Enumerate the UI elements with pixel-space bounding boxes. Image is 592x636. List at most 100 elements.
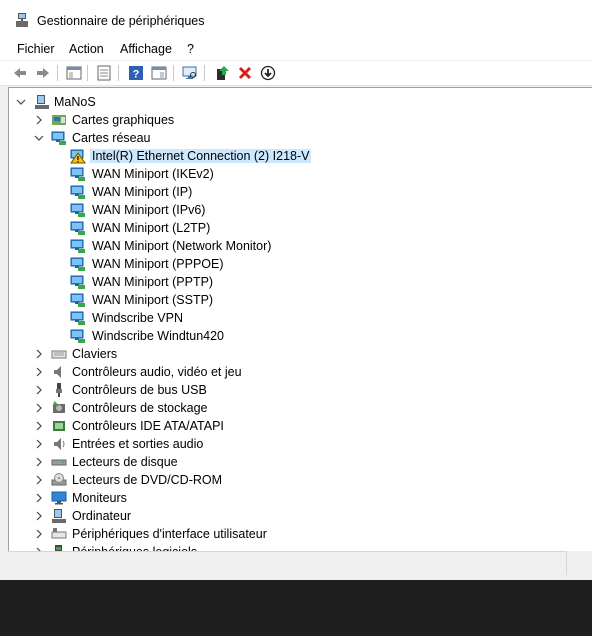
- title-bar: Gestionnaire de périphériques: [0, 0, 592, 38]
- tree-category[interactable]: Cartes réseau: [9, 129, 579, 147]
- forward-icon[interactable]: [35, 65, 51, 81]
- uninstall-icon[interactable]: [237, 65, 253, 81]
- tree-device[interactable]: WAN Miniport (IKEv2): [9, 165, 579, 183]
- back-icon[interactable]: [12, 65, 28, 81]
- status-bar-grip: [566, 551, 592, 575]
- computer-icon: [52, 509, 66, 523]
- tree-device[interactable]: WAN Miniport (PPPOE): [9, 255, 579, 273]
- tree-device[interactable]: WAN Miniport (IPv6): [9, 201, 579, 219]
- expand-chevron-icon[interactable]: [33, 114, 45, 126]
- expand-chevron-icon[interactable]: [33, 384, 45, 396]
- category-label: Contrôleurs IDE ATA/ATAPI: [72, 419, 224, 433]
- network-adapter-icon: [70, 239, 85, 253]
- category-label: Cartes graphiques: [72, 113, 175, 127]
- tree-category[interactable]: Contrôleurs de bus USB: [9, 381, 579, 399]
- expand-chevron-icon[interactable]: [33, 492, 45, 504]
- tree-category[interactable]: Cartes graphiques: [9, 111, 579, 129]
- category-label: Lecteurs de disque: [72, 455, 178, 469]
- device-label: Intel(R) Ethernet Connection (2) I218-V: [90, 149, 312, 163]
- device-label: WAN Miniport (PPPOE): [92, 257, 224, 271]
- network-adapter-icon: [70, 311, 85, 325]
- update-driver-icon[interactable]: [214, 65, 230, 81]
- keyboard-icon: [51, 350, 67, 359]
- device-label: WAN Miniport (PPTP): [92, 275, 214, 289]
- device-label: WAN Miniport (L2TP): [92, 221, 211, 235]
- toolbar-separator: [173, 65, 174, 81]
- root-label: MaNoS: [54, 95, 96, 109]
- expand-chevron-icon[interactable]: [33, 474, 45, 486]
- tree-device[interactable]: WAN Miniport (IP): [9, 183, 579, 201]
- expand-chevron-icon[interactable]: [33, 402, 45, 414]
- collapse-chevron-icon[interactable]: [33, 132, 45, 144]
- device-tree[interactable]: MaNoS Cartes graphiques Cartes réseau Intel…: [8, 87, 592, 552]
- expand-chevron-icon[interactable]: [33, 348, 45, 360]
- device-manager-window: Gestionnaire de périphériques Fichier Ac…: [0, 0, 592, 580]
- network-adapter-icon: [70, 257, 85, 271]
- tree-category[interactable]: Moniteurs: [9, 489, 579, 507]
- collapse-chevron-icon[interactable]: [15, 96, 27, 108]
- tree-device[interactable]: Intel(R) Ethernet Connection (2) I218-V: [9, 147, 579, 165]
- toolbar-separator: [57, 65, 58, 81]
- category-label: Claviers: [72, 347, 118, 361]
- expand-chevron-icon[interactable]: [33, 510, 45, 522]
- ide-controller-icon: [53, 421, 65, 431]
- device-label: Windscribe VPN: [92, 311, 183, 325]
- category-label: Ordinateur: [72, 509, 132, 523]
- hid-icon: [51, 528, 67, 539]
- tree-category[interactable]: Claviers: [9, 345, 579, 363]
- tree-device[interactable]: WAN Miniport (PPTP): [9, 273, 579, 291]
- expand-chevron-icon[interactable]: [33, 438, 45, 450]
- tree-category[interactable]: Lecteurs de disque: [9, 453, 579, 471]
- usb-icon: [56, 383, 62, 397]
- device-label: WAN Miniport (IPv6): [92, 203, 206, 217]
- category-label: Cartes réseau: [72, 131, 151, 145]
- network-warning-icon: [70, 149, 86, 164]
- tree-category[interactable]: Contrôleurs audio, vidéo et jeu: [9, 363, 579, 381]
- tree-category[interactable]: Contrôleurs de stockage: [9, 399, 579, 417]
- svg-text:?: ?: [133, 69, 140, 81]
- tree-category[interactable]: Contrôleurs IDE ATA/ATAPI: [9, 417, 579, 435]
- tree-device[interactable]: WAN Miniport (Network Monitor): [9, 237, 579, 255]
- category-label: Moniteurs: [72, 491, 127, 505]
- help-icon[interactable]: ?: [128, 65, 144, 81]
- tree-category[interactable]: Périphériques d'interface utilisateur: [9, 525, 579, 543]
- network-adapter-icon: [70, 275, 85, 289]
- show-hide-console-tree-icon[interactable]: [66, 65, 82, 81]
- tree-device[interactable]: Windscribe VPN: [9, 309, 579, 327]
- menu-bar: Fichier Action Affichage ?: [0, 38, 592, 60]
- expand-chevron-icon[interactable]: [33, 456, 45, 468]
- dvd-drive-icon: [51, 473, 67, 486]
- status-bar: [8, 551, 566, 576]
- category-label: Lecteurs de DVD/CD-ROM: [72, 473, 223, 487]
- tree-category[interactable]: Entrées et sorties audio: [9, 435, 579, 453]
- toolbar-separator: [204, 65, 205, 81]
- tree-root[interactable]: MaNoS: [9, 93, 579, 111]
- menu-help[interactable]: ?: [187, 42, 194, 56]
- tree-category[interactable]: Lecteurs de DVD/CD-ROM: [9, 471, 579, 489]
- menu-action[interactable]: Action: [69, 42, 104, 56]
- audio-io-icon: [54, 438, 65, 450]
- device-label: WAN Miniport (IKEv2): [92, 167, 214, 181]
- toolbar: ?: [0, 61, 592, 86]
- tree-device[interactable]: Windscribe Windtun420: [9, 327, 579, 345]
- window-title: Gestionnaire de périphériques: [37, 14, 205, 28]
- network-adapter-icon: [70, 167, 85, 181]
- device-label: WAN Miniport (SSTP): [92, 293, 214, 307]
- scan-hardware-icon[interactable]: [182, 65, 198, 81]
- menu-affichage[interactable]: Affichage: [120, 42, 172, 56]
- properties-icon[interactable]: [96, 65, 112, 81]
- disable-device-icon[interactable]: [260, 65, 276, 81]
- menu-fichier[interactable]: Fichier: [17, 42, 55, 56]
- expand-chevron-icon[interactable]: [33, 528, 45, 540]
- action-pane-icon[interactable]: [151, 65, 167, 81]
- tree-category[interactable]: Ordinateur: [9, 507, 579, 525]
- category-label: Entrées et sorties audio: [72, 437, 204, 451]
- tree-device[interactable]: WAN Miniport (L2TP): [9, 219, 579, 237]
- category-label: Contrôleurs audio, vidéo et jeu: [72, 365, 242, 379]
- device-label: Windscribe Windtun420: [92, 329, 225, 343]
- network-adapter-icon: [70, 203, 85, 217]
- expand-chevron-icon[interactable]: [33, 366, 45, 378]
- speaker-icon: [54, 366, 61, 378]
- expand-chevron-icon[interactable]: [33, 420, 45, 432]
- tree-device[interactable]: WAN Miniport (SSTP): [9, 291, 579, 309]
